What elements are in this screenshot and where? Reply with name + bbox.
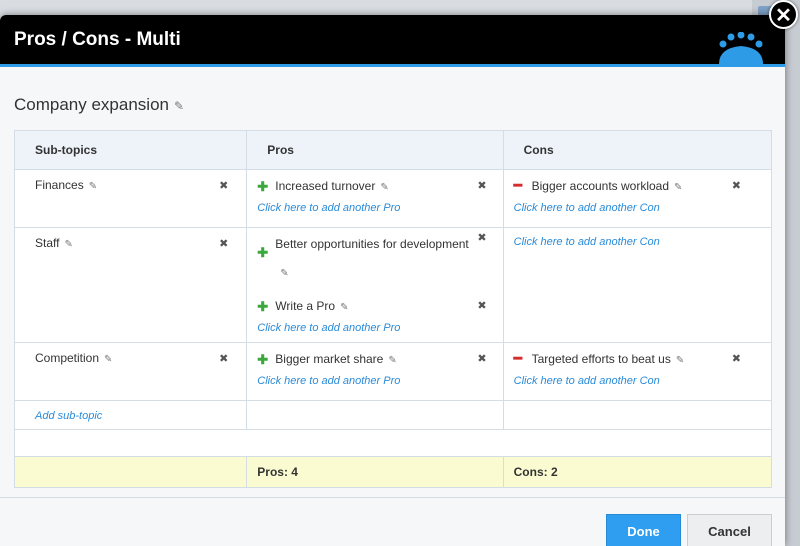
empty-cell	[502, 400, 773, 430]
subtopic-cell: Competition ✎ ✖	[13, 342, 248, 401]
pros-cell: ✚ Increased turnover ✎ ✖ Click here to ad…	[246, 169, 504, 228]
pro-text[interactable]: Increased turnover	[275, 178, 375, 195]
pro-text[interactable]: Bigger market share	[275, 351, 383, 368]
remove-pro-icon[interactable]: ✖	[477, 298, 486, 315]
dialog-title: Pros / Cons - Multi	[14, 29, 181, 50]
pros-cell: ✚ Bigger market share ✎ ✖ Click here to a…	[246, 342, 504, 401]
remove-con-icon[interactable]: ✖	[732, 351, 741, 368]
spacer-row	[14, 429, 772, 457]
remove-subtopic-icon[interactable]: ✖	[219, 352, 228, 365]
edit-pro-pencil-icon[interactable]: ✎	[388, 352, 396, 369]
cancel-button[interactable]: Cancel	[687, 514, 772, 546]
table-row: Finances ✎ ✖ ✚ Increased turnover ✎ ✖ Clic…	[13, 169, 773, 228]
pros-cons-table: Sub-topics Pros Cons Finances ✎ ✖ ✚ Incre…	[13, 130, 773, 488]
cons-cell: Click here to add another Con	[502, 227, 773, 343]
header-subtopics: Sub-topics	[13, 130, 248, 170]
pros-cell: ✚ Better opportunities for development✎ …	[246, 227, 504, 343]
pro-text-content: Better opportunities for development	[275, 237, 469, 251]
remove-pro-icon[interactable]: ✖	[477, 178, 486, 195]
pro-text[interactable]: Better opportunities for development ✎	[275, 230, 475, 288]
add-subtopic-link[interactable]: Add sub-topic	[35, 410, 102, 422]
edit-subtopic-pencil-icon[interactable]: ✎	[104, 354, 112, 365]
footer-divider	[0, 497, 785, 498]
remove-subtopic-icon[interactable]: ✖	[219, 237, 228, 250]
add-con-link[interactable]: Click here to add another Con	[514, 375, 761, 387]
cons-total: Cons: 2	[502, 456, 773, 488]
add-pro-link[interactable]: Click here to add another Pro	[257, 375, 492, 387]
edit-con-pencil-icon[interactable]: ✎	[674, 179, 682, 196]
table-row: Staff ✎ ✖ ✚ Better opportunities for deve…	[13, 227, 773, 343]
plus-icon: ✚	[257, 352, 269, 367]
crown-logo-icon	[719, 32, 763, 64]
con-item: ━ Targeted efforts to beat us ✎ ✖	[513, 350, 761, 369]
add-con-link[interactable]: Click here to add another Con	[514, 236, 761, 248]
spacer-cell	[14, 429, 772, 457]
add-con-link[interactable]: Click here to add another Con	[514, 202, 761, 214]
pro-text[interactable]: Write a Pro	[275, 298, 335, 315]
subtopic-name: Competition	[35, 351, 100, 365]
table-header-row: Sub-topics Pros Cons	[13, 130, 773, 170]
pro-item: ✚ Bigger market share ✎ ✖	[257, 351, 492, 369]
remove-pro-icon[interactable]: ✖	[477, 230, 486, 247]
con-text[interactable]: Bigger accounts workload	[532, 178, 669, 195]
remove-subtopic-icon[interactable]: ✖	[219, 179, 228, 192]
remove-pro-icon[interactable]: ✖	[477, 351, 486, 368]
topic-title-text: Company expansion	[14, 95, 169, 114]
edit-pro-pencil-icon[interactable]: ✎	[340, 299, 348, 316]
subtopic-cell: Finances ✎ ✖	[13, 169, 248, 228]
edit-topic-pencil-icon[interactable]: ✎	[174, 99, 184, 113]
header-cons: Cons	[502, 130, 773, 170]
edit-pro-pencil-icon[interactable]: ✎	[280, 260, 288, 288]
totals-row: Pros: 4 Cons: 2	[13, 456, 773, 488]
add-subtopic-cell: Add sub-topic	[13, 400, 248, 430]
table-row: Competition ✎ ✖ ✚ Bigger market share ✎ ✖ …	[13, 342, 773, 401]
header-pros: Pros	[246, 130, 504, 170]
plus-icon: ✚	[257, 245, 269, 260]
edit-con-pencil-icon[interactable]: ✎	[676, 352, 684, 369]
pro-item: ✚ Write a Pro ✎ ✖	[257, 298, 492, 316]
plus-icon: ✚	[257, 299, 269, 314]
subtopic-cell: Staff ✎ ✖	[13, 227, 248, 343]
totals-empty-cell	[13, 456, 248, 488]
done-button[interactable]: Done	[606, 514, 681, 546]
remove-con-icon[interactable]: ✖	[732, 178, 741, 195]
add-pro-link[interactable]: Click here to add another Pro	[257, 202, 492, 214]
cons-cell: ━ Targeted efforts to beat us ✎ ✖ Click h…	[502, 342, 773, 401]
add-pro-link[interactable]: Click here to add another Pro	[257, 322, 492, 334]
dialog-titlebar: Pros / Cons - Multi	[0, 15, 785, 67]
edit-pro-pencil-icon[interactable]: ✎	[380, 179, 388, 196]
pros-total: Pros: 4	[246, 456, 504, 488]
close-icon[interactable]: ✕	[769, 0, 798, 29]
topic-title: Company expansion ✎	[14, 95, 184, 115]
pros-cons-dialog: Pros / Cons - Multi Company expansion ✎ S…	[0, 15, 785, 546]
minus-icon: ━	[513, 177, 523, 193]
minus-icon: ━	[513, 350, 523, 366]
plus-icon: ✚	[257, 179, 269, 194]
con-item: ━ Bigger accounts workload ✎ ✖	[513, 177, 761, 196]
subtopic-name: Finances	[35, 178, 84, 192]
con-text[interactable]: Targeted efforts to beat us	[532, 351, 671, 368]
empty-cell	[246, 400, 504, 430]
edit-subtopic-pencil-icon[interactable]: ✎	[89, 181, 97, 192]
cons-cell: ━ Bigger accounts workload ✎ ✖ Click here…	[502, 169, 773, 228]
edit-subtopic-pencil-icon[interactable]: ✎	[64, 239, 72, 250]
subtopic-name: Staff	[35, 236, 60, 250]
pro-item: ✚ Better opportunities for development✎ …	[257, 230, 492, 288]
pro-item: ✚ Increased turnover ✎ ✖	[257, 178, 492, 196]
add-subtopic-row: Add sub-topic	[13, 400, 773, 430]
